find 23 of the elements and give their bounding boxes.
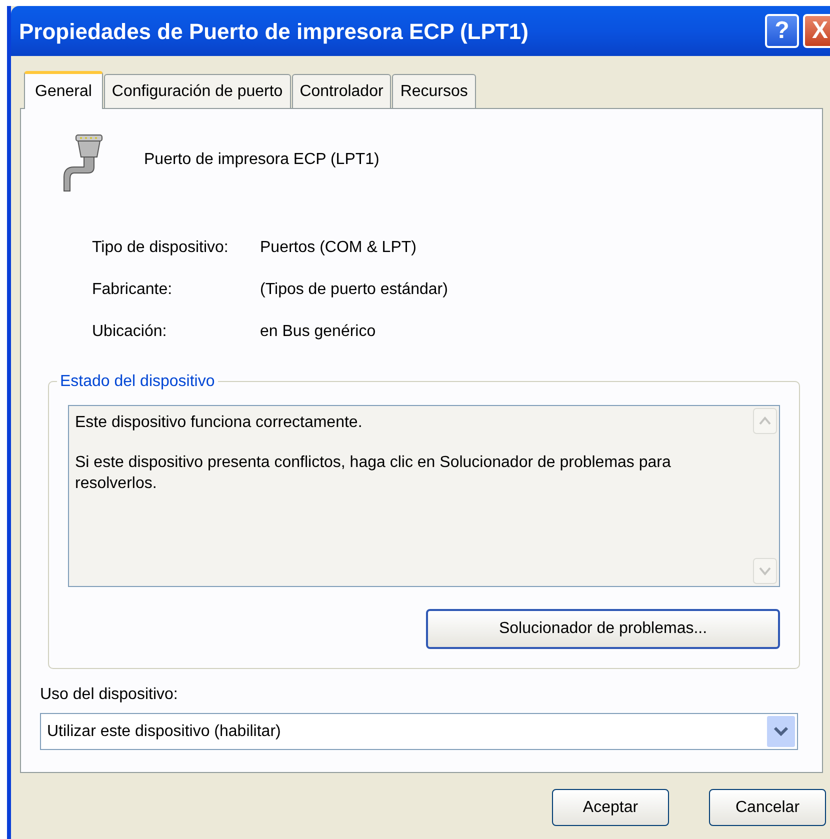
property-label: Fabricante: [92,280,174,300]
help-button[interactable]: ? [765,14,799,48]
property-value: (Tipos de puerto estándar) [260,280,448,300]
dialog-button[interactable]: Cancelar [709,789,826,826]
property-label: Tipo de dispositivo: [92,238,230,258]
dialog-button[interactable]: Aceptar [552,789,669,826]
status-message: Si este dispositivo presenta conflictos, haga clic en Solucionador de problemas para resolverlos. [75,453,672,494]
scroll-down-icon[interactable] [753,558,777,584]
window-title: Propiedades de Puerto de impresora ECP (LPT1) [19,18,530,46]
property-label: Ubicación: [92,322,168,342]
status-message: Este dispositivo funciona correctamente. [75,413,364,433]
device-name: Puerto de impresora ECP (LPT1) [144,150,380,170]
property-value: en Bus genérico [260,322,376,342]
usage-label: Uso del dispositivo: [40,685,179,705]
usage-dropdown[interactable]: Utilizar este dispositivo (habilitar) [40,713,798,750]
tab[interactable]: Controlador [292,74,392,108]
troubleshoot-button[interactable]: Solucionador de problemas... [426,609,780,649]
tab[interactable]: General [24,71,103,109]
scroll-up-icon[interactable] [753,408,777,434]
tab[interactable]: Configuración de puerto [104,74,291,108]
property-value: Puertos (COM & LPT) [260,238,416,258]
close-button[interactable]: X [803,14,830,48]
tab[interactable]: Recursos [392,74,476,108]
